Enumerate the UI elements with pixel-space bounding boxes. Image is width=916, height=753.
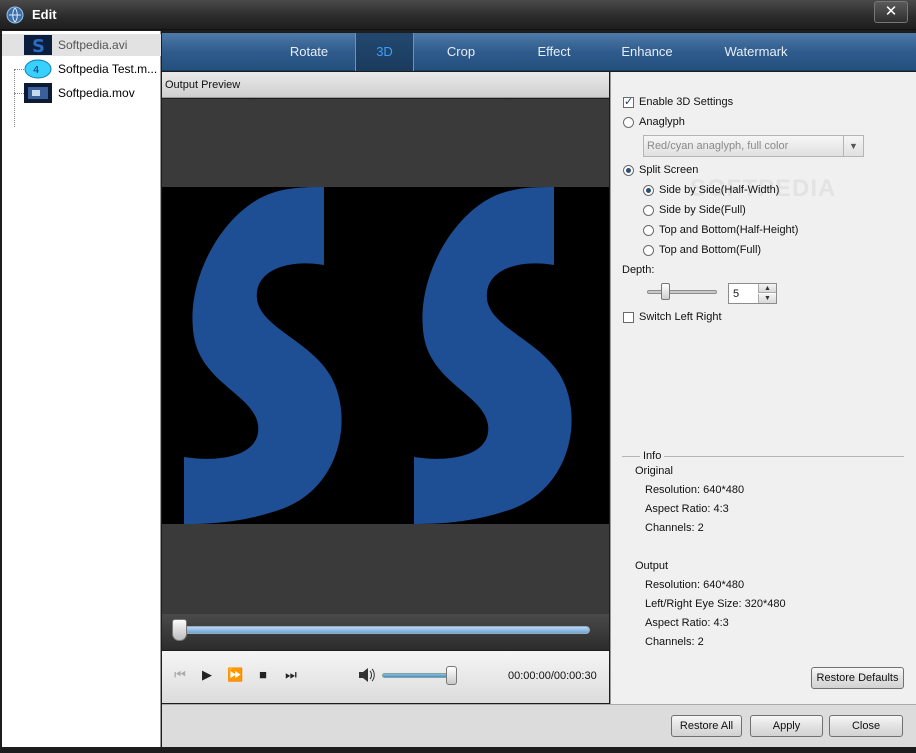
skip-to-start-icon[interactable]: ⏮ [172,667,188,683]
file-name: Softpedia.mov [58,86,135,100]
depth-spinbox[interactable]: 5 ▲ ▼ [728,283,777,304]
restore-defaults-button[interactable]: Restore Defaults [811,667,904,689]
close-button[interactable]: Close [829,715,903,737]
file-name: Softpedia.avi [58,38,128,52]
volume-slider-track[interactable] [382,673,454,678]
edit-window: Edit ✕ S Softpedia.avi 4 Softpedia Test.… [0,0,916,753]
output-channels: Channels: 2 [645,636,704,648]
svg-text:S: S [32,36,45,55]
fast-forward-icon[interactable]: ⏩ [227,667,243,683]
preview-title: Output Preview [165,79,241,91]
window-close-button[interactable]: ✕ [874,1,908,23]
tab-3d[interactable]: 3D [355,33,414,71]
split-screen-radio[interactable] [623,165,634,176]
spin-up-icon[interactable]: ▲ [758,284,776,293]
restore-all-button[interactable]: Restore All [671,715,742,737]
disc-thumb-icon: 4 [24,59,52,79]
info-legend: Info [640,450,665,462]
anaglyph-mode-value: Red/cyan anaglyph, full color [647,140,789,152]
preview-letterbox-bottom [162,524,609,614]
seek-slider-thumb[interactable] [172,619,187,641]
play-icon[interactable]: ▶ [199,667,215,683]
enable-3d-checkbox[interactable] [623,95,634,108]
edit-tab-bar: Rotate 3D Crop Effect Enhance Watermark [162,33,916,71]
svg-text:4: 4 [33,65,39,76]
preview-video [162,187,609,524]
skip-to-end-icon[interactable]: ⏭ [283,667,299,683]
side-by-side-half-radio[interactable] [643,185,654,196]
top-bottom-full-label[interactable]: Top and Bottom(Full) [659,244,761,256]
top-bottom-half-radio[interactable] [643,225,654,236]
split-screen-label[interactable]: Split Screen [639,164,698,176]
output-heading: Output [635,560,669,572]
seek-slider-track[interactable] [180,626,590,634]
top-bottom-full-radio[interactable] [643,245,654,256]
depth-value[interactable]: 5 [733,288,739,300]
split-screen-logo-image [184,187,572,524]
anaglyph-radio[interactable] [623,117,634,128]
stop-icon[interactable]: ■ [255,667,271,683]
output-resolution: Resolution: 640*480 [645,579,745,591]
side-by-side-full-radio[interactable] [643,205,654,216]
preview-header: Output Preview [162,72,609,98]
anaglyph-label[interactable]: Anaglyph [639,116,685,128]
file-name: Softpedia Test.m... [58,62,158,76]
anaglyph-mode-dropdown[interactable]: Red/cyan anaglyph, full color ▼ [643,135,864,157]
switch-left-right-label[interactable]: Switch Left Right [639,311,722,323]
switch-left-right-checkbox[interactable] [623,312,634,323]
depth-slider-track[interactable] [647,290,717,294]
file-item-softpedia-avi[interactable]: S Softpedia.avi [2,34,161,56]
depth-slider-thumb[interactable] [661,283,670,300]
file-item-softpedia-mov[interactable]: Softpedia.mov [2,82,161,104]
spin-down-icon[interactable]: ▼ [758,294,776,303]
tab-rotate[interactable]: Rotate [272,33,346,71]
playback-time: 00:00:00/00:00:30 [508,670,597,682]
output-aspect-ratio: Aspect Ratio: 4:3 [645,617,729,629]
apply-button[interactable]: Apply [750,715,823,737]
original-heading: Original [635,465,673,477]
preview-letterbox-top [162,99,609,187]
enable-3d-label[interactable]: Enable 3D Settings [639,96,733,108]
video-s-thumb-icon: S [24,35,52,55]
tab-crop[interactable]: Crop [426,33,496,71]
original-aspect-ratio: Aspect Ratio: 4:3 [645,503,729,515]
original-channels: Channels: 2 [645,522,704,534]
original-resolution: Resolution: 640*480 [645,484,745,496]
file-list: S Softpedia.avi 4 Softpedia Test.m... So… [2,31,161,747]
volume-icon[interactable] [358,667,376,683]
top-bottom-half-label[interactable]: Top and Bottom(Half-Height) [659,224,798,236]
tab-enhance[interactable]: Enhance [608,33,686,71]
side-by-side-full-label[interactable]: Side by Side(Full) [659,204,746,216]
output-eye-size: Left/Right Eye Size: 320*480 [645,598,786,610]
app-globe-icon [6,6,24,24]
title-bar: Edit ✕ [0,0,916,30]
window-title: Edit [32,7,57,22]
depth-label: Depth: [622,264,655,276]
video-thumb-icon [24,83,52,103]
side-by-side-half-label[interactable]: Side by Side(Half-Width) [659,184,779,196]
chevron-down-icon[interactable]: ▼ [843,136,863,156]
tab-watermark[interactable]: Watermark [710,33,802,71]
file-item-softpedia-test[interactable]: 4 Softpedia Test.m... [2,58,161,80]
volume-slider-thumb[interactable] [446,666,457,685]
tab-effect[interactable]: Effect [516,33,592,71]
